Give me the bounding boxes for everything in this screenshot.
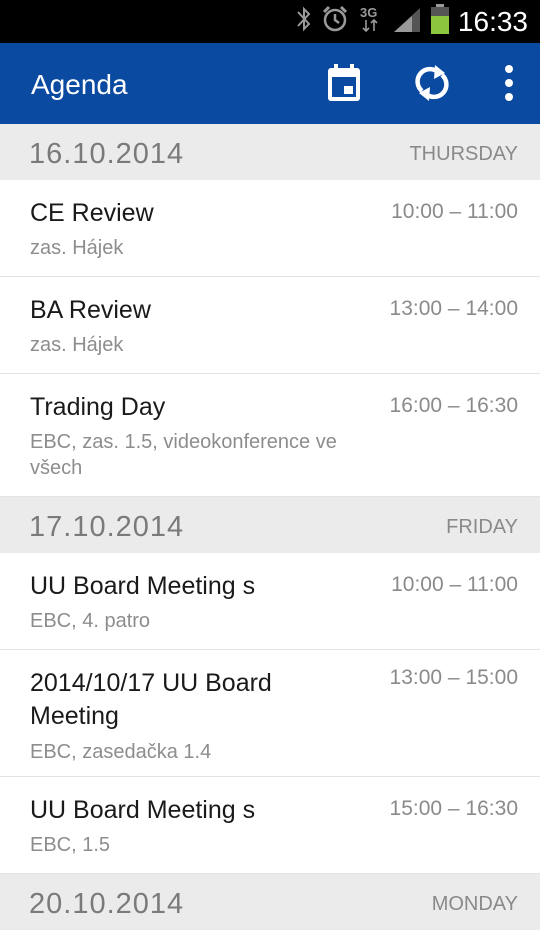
event-item[interactable]: BA Review zas. Hájek 13:00 – 14:00 [0,277,540,374]
event-location: EBC, 1.5 [30,834,111,856]
battery-icon [430,3,450,40]
alarm-icon [320,4,350,39]
event-time: 10:00 – 11:00 [391,573,518,596]
date-label: 16.10.2014 [29,138,185,170]
date-header: 20.10.2014 MONDAY [0,874,540,930]
event-title: UU Board Meeting s [30,572,256,600]
event-item[interactable]: UU Board Meeting s EBC, 1.5 15:00 – 16:3… [0,777,540,874]
overflow-menu-icon [503,63,515,108]
event-location: EBC, 4. patro [30,610,151,632]
event-time: 15:00 – 16:30 [389,797,518,820]
event-title: BA Review [30,296,151,324]
date-label: 20.10.2014 [29,888,185,920]
signal-icon [392,6,422,37]
weekday-label: MONDAY [431,893,518,915]
weekday-label: FRIDAY [446,516,518,538]
status-icons: 3G 16:33 [296,0,540,43]
weekday-label: THURSDAY [409,143,518,165]
event-location: zas. Hájek [30,237,124,259]
event-location: EBC, zasedačka 1.4 [30,741,212,763]
event-title: CE Review [30,199,154,227]
date-header: 17.10.2014 FRIDAY [0,497,540,553]
event-time: 16:00 – 16:30 [389,394,518,417]
event-location: zas. Hájek [30,334,124,356]
event-item[interactable]: CE Review zas. Hájek 10:00 – 11:00 [0,180,540,277]
event-item[interactable]: 2014/10/17 UU Board Meeting EBC, zasedač… [0,650,540,777]
event-title: Trading Day [30,393,166,421]
status-time: 16:33 [457,5,528,37]
calendar-button[interactable] [322,63,366,107]
app-title: Agenda [31,69,128,100]
status-bar: 3G 16:33 [0,0,540,43]
action-bar: Agenda [0,43,540,124]
overflow-menu-button[interactable] [487,63,531,107]
3g-data-icon: 3G [358,4,384,39]
agenda-list[interactable]: 16.10.2014 THURSDAY CE Review zas. Hájek… [0,124,540,930]
date-header: 16.10.2014 THURSDAY [0,124,540,180]
event-item[interactable]: UU Board Meeting s EBC, 4. patro 10:00 –… [0,553,540,650]
event-item[interactable]: Trading Day EBC, zas. 1.5, videokonferen… [0,374,540,497]
sync-icon [414,63,450,108]
event-title: UU Board Meeting s [30,796,256,824]
event-location: EBC, zas. 1.5, videokonference ve všech [30,431,337,479]
event-time: 13:00 – 14:00 [389,297,518,320]
network-type-label: 3G [360,5,377,20]
event-title: 2014/10/17 UU Board Meeting [30,669,272,730]
bluetooth-icon [296,5,312,38]
event-time: 10:00 – 11:00 [391,200,518,223]
sync-button[interactable] [410,63,454,107]
event-time: 13:00 – 15:00 [389,666,518,689]
date-label: 17.10.2014 [29,511,185,543]
calendar-icon [325,63,363,108]
